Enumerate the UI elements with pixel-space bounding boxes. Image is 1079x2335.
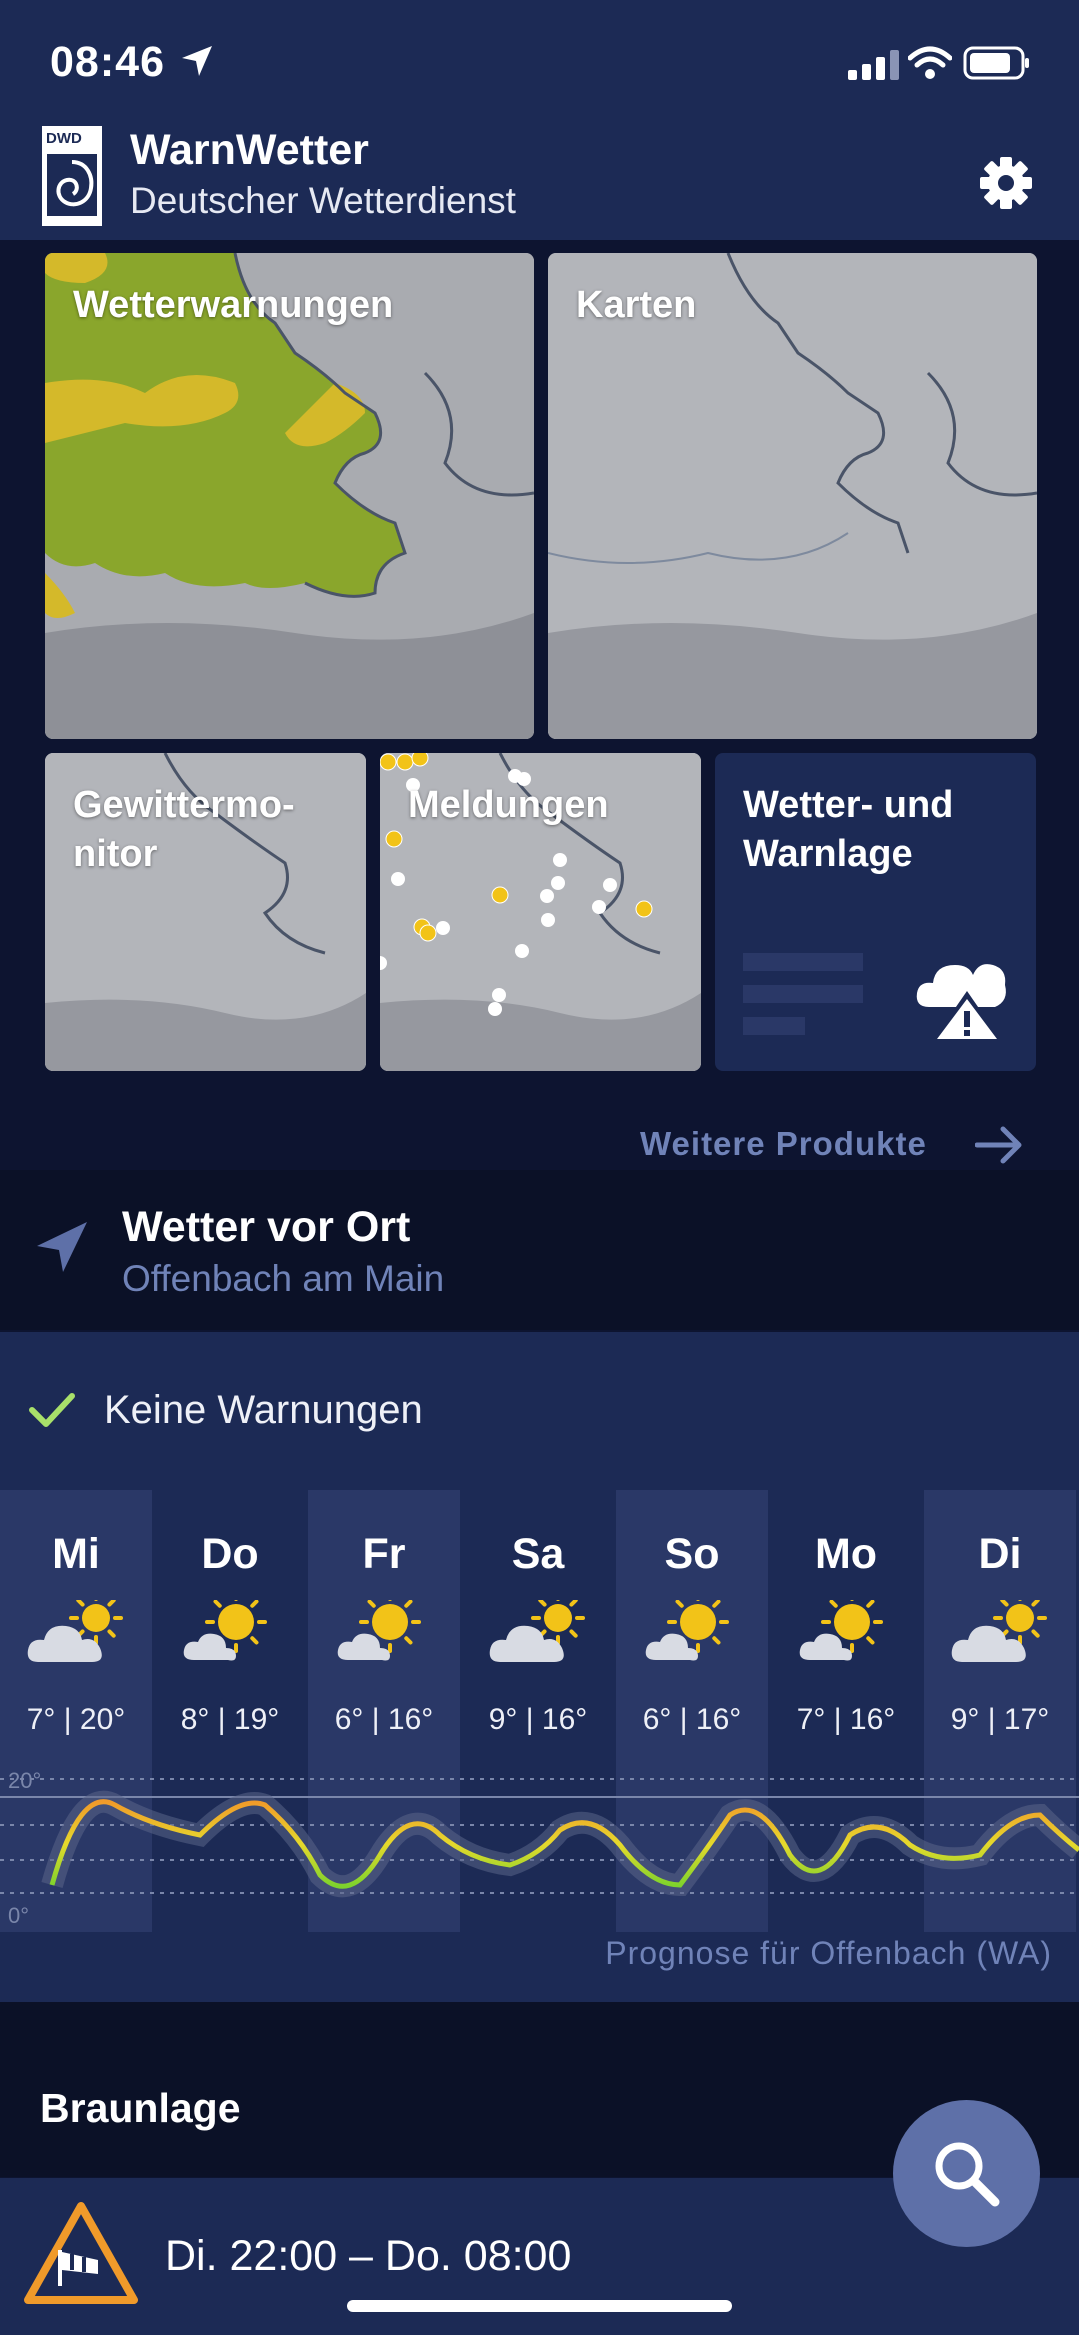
signal-icon: [848, 50, 899, 80]
forecast-day-temps: 6° | 16°: [334, 1703, 434, 1736]
home-indicator[interactable]: [347, 2300, 732, 2312]
tile-gewittermonitor-line2: nitor: [73, 833, 158, 875]
forecast-day-temps: 9° | 17°: [950, 1703, 1050, 1736]
text-lines-icon: [743, 953, 863, 1035]
tile-warnlage-label: Wetter- und Warnlage: [743, 781, 953, 879]
forecast-day-temps: 8° | 19°: [180, 1703, 280, 1736]
tile-wetterwarnungen-label: Wetterwarnungen: [73, 284, 394, 326]
prognose-label: Prognose für Offenbach (WA): [605, 1935, 1052, 1971]
wifi-icon: [908, 46, 952, 79]
tile-warnlage-line2: Warnlage: [743, 833, 913, 875]
forecast-day-temps: 7° | 16°: [796, 1703, 896, 1736]
graph-label-top: 20°: [8, 1768, 42, 1793]
forecast-day-temps: 6° | 16°: [642, 1703, 742, 1736]
second-location-name[interactable]: Braunlage: [40, 2085, 241, 2132]
dwd-logo-text: DWD: [46, 130, 82, 147]
temperature-graph-svg: [0, 1778, 1079, 1898]
dwd-logo-spiral-icon: [47, 154, 97, 216]
tile-warnlage-line1: Wetter- und: [743, 784, 954, 826]
forecast-day-name: Mo: [814, 1530, 878, 1578]
location-city[interactable]: Offenbach am Main: [122, 1258, 444, 1300]
forecast-day-temps: 7° | 20°: [26, 1703, 126, 1736]
location-services-icon: [182, 46, 212, 76]
cloud-sun-icon: [488, 1591, 588, 1675]
tile-karten[interactable]: Karten: [548, 253, 1037, 739]
settings-gear-icon[interactable]: [978, 155, 1034, 211]
tile-gewittermonitor-label: Gewittermo- nitor: [73, 781, 295, 879]
tile-meldungen-label: Meldungen: [408, 784, 609, 826]
tile-gewittermonitor[interactable]: Gewittermo- nitor: [45, 753, 366, 1071]
graph-label-bottom: 0°: [8, 1903, 30, 1928]
sun-cloud-icon: [180, 1591, 280, 1675]
forecast-day-name: Mi: [52, 1530, 100, 1578]
tile-wetter-warnlage[interactable]: Wetter- und Warnlage: [715, 753, 1036, 1071]
search-button[interactable]: [893, 2100, 1040, 2247]
arrow-right-icon[interactable]: [975, 1125, 1025, 1165]
cloud-sun-icon: [950, 1591, 1050, 1675]
app-title: WarnWetter: [130, 126, 369, 174]
tile-meldungen[interactable]: Meldungen: [380, 753, 701, 1071]
forecast-day-name: Di: [978, 1530, 1022, 1578]
app-subtitle: Deutscher Wetterdienst: [130, 180, 516, 221]
status-time: 08:46: [50, 38, 165, 86]
forecast-day-name: Sa: [511, 1530, 565, 1578]
warnings-status: Keine Warnungen: [104, 1388, 423, 1432]
tile-gewittermonitor-line1: Gewittermo-: [73, 784, 295, 826]
alert-period: Di. 22:00 – Do. 08:00: [165, 2232, 572, 2280]
forecast-day-name: Do: [201, 1530, 259, 1578]
forecast-day-name: Fr: [362, 1530, 406, 1578]
tile-wetterwarnungen[interactable]: Wetterwarnungen: [45, 253, 534, 739]
location-arrow-icon[interactable]: [35, 1220, 89, 1274]
search-icon: [935, 2142, 1000, 2207]
battery-icon: [963, 46, 1029, 80]
wind-warning-icon: [24, 2202, 138, 2304]
sun-cloud-icon: [642, 1591, 742, 1675]
sun-cloud-icon: [796, 1591, 896, 1675]
tile-karten-label: Karten: [576, 284, 697, 326]
check-icon: [29, 1393, 75, 1427]
forecast-day-name: So: [664, 1530, 720, 1578]
cloud-warning-icon: [916, 964, 1006, 1043]
dwd-logo: DWD: [42, 126, 102, 226]
more-products-link[interactable]: Weitere Produkte: [640, 1125, 927, 1163]
cloud-sun-icon: [26, 1591, 126, 1675]
sun-cloud-icon: [334, 1591, 434, 1675]
forecast-day-temps: 9° | 16°: [488, 1703, 588, 1736]
location-title[interactable]: Wetter vor Ort: [122, 1203, 410, 1252]
temperature-graph: 20° 0°: [0, 1765, 1079, 1933]
